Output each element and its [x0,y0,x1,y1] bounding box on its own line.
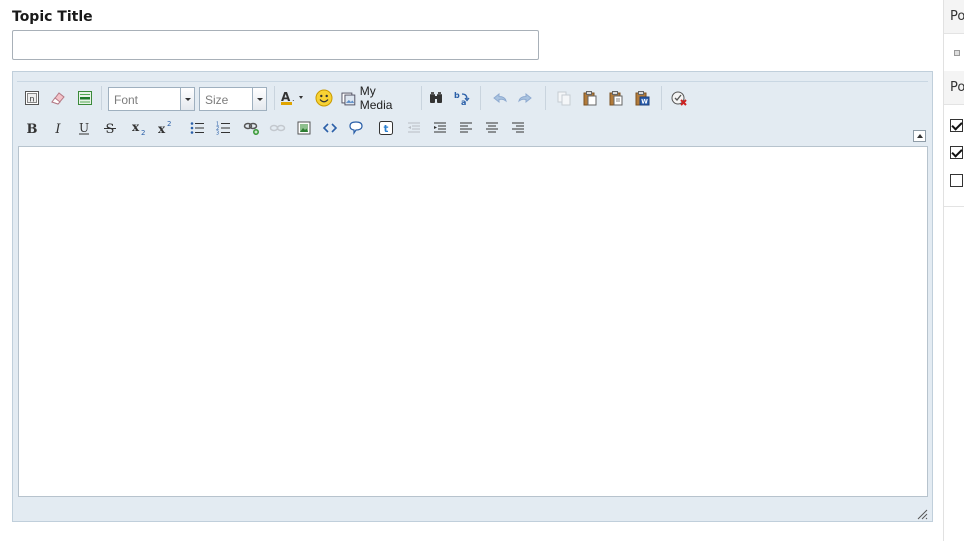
svg-text:n: n [29,95,34,104]
side-panel: Po Po [943,0,964,541]
toolbar-separator [661,86,662,110]
side-panel-header-1: Po [944,0,964,34]
paste-icon[interactable] [580,87,600,109]
replace-icon[interactable]: ba [452,87,472,109]
svg-text:I: I [54,122,61,135]
code-icon[interactable] [320,117,340,139]
svg-text:x: x [158,122,166,136]
svg-text:t: t [384,124,389,135]
svg-text:2: 2 [167,120,171,128]
insert-image-icon[interactable] [294,117,314,139]
paste-text-icon[interactable] [606,87,626,109]
toolbar-separator [274,86,275,110]
collapse-toolbar-button[interactable] [913,130,926,142]
option-checkbox-3[interactable] [950,174,963,187]
chevron-down-icon[interactable] [252,88,266,110]
redo-icon[interactable] [514,87,536,109]
smiley-icon[interactable] [313,87,335,109]
font-dropdown[interactable]: Font [108,87,195,111]
strikethrough-icon[interactable]: S [100,117,120,139]
twitter-icon[interactable]: t [376,117,396,139]
align-center-icon[interactable] [482,117,502,139]
spell-check-icon[interactable] [668,87,690,109]
eraser-icon[interactable] [48,87,68,109]
size-dropdown-label: Size [205,93,229,107]
toolbar-separator [101,86,102,110]
expand-icon[interactable] [954,50,960,56]
outdent-icon[interactable] [404,117,424,139]
underline-icon[interactable]: U [74,117,94,139]
indent-icon[interactable] [430,117,450,139]
svg-text:B: B [27,122,38,135]
font-dropdown-label: Font [114,93,139,107]
topic-title-input[interactable] [12,30,539,60]
toolbar-separator [480,86,481,110]
bulleted-list-icon[interactable] [187,117,207,139]
option-checkbox-1[interactable] [950,119,963,132]
editor-toolbar-row-1: n Font Size A. My Media b a W [13,81,932,112]
svg-text:.: . [292,94,295,103]
size-dropdown[interactable]: Size [199,87,267,111]
horizontal-rule-icon[interactable] [75,87,95,109]
media-icon [341,92,356,106]
toolbar-separator [545,86,546,110]
source-view-icon[interactable]: n [22,87,42,109]
editor-content-area[interactable] [18,146,928,497]
side-panel-divider [944,206,964,207]
subscript-icon[interactable]: x2 [129,117,151,139]
chevron-down-icon[interactable] [180,88,194,110]
toolbar-top-line [17,81,928,82]
svg-text:b: b [454,91,460,100]
svg-text:3: 3 [216,131,219,136]
side-panel-header-2: Po [944,71,964,105]
find-icon[interactable] [426,87,446,109]
my-media-button[interactable]: My Media [341,84,411,112]
resize-grip-icon[interactable] [916,507,928,520]
unlink-icon[interactable] [267,117,289,139]
align-right-icon[interactable] [508,117,528,139]
rich-text-editor: n Font Size A. My Media b a W B I U S x … [12,71,933,522]
italic-icon[interactable]: I [48,117,68,139]
align-left-icon[interactable] [456,117,476,139]
toolbar-separator [421,86,422,110]
bold-icon[interactable]: B [22,117,42,139]
my-media-label: My Media [359,84,393,112]
svg-text:A: A [281,90,291,104]
option-checkbox-2[interactable] [950,146,963,159]
svg-text:W: W [641,99,648,106]
copy-icon[interactable] [554,87,574,109]
insert-link-icon[interactable] [241,117,263,139]
svg-text:U: U [79,121,89,135]
text-color-icon[interactable]: A. [279,87,307,109]
undo-icon[interactable] [489,87,511,109]
numbered-list-icon[interactable]: 123 [213,117,233,139]
quote-icon[interactable] [346,117,366,139]
superscript-icon[interactable]: x2 [155,117,177,139]
svg-text:x: x [132,120,140,134]
paste-from-word-icon[interactable]: W [632,87,652,109]
svg-text:2: 2 [141,129,145,136]
topic-title-label: Topic Title [12,9,93,25]
